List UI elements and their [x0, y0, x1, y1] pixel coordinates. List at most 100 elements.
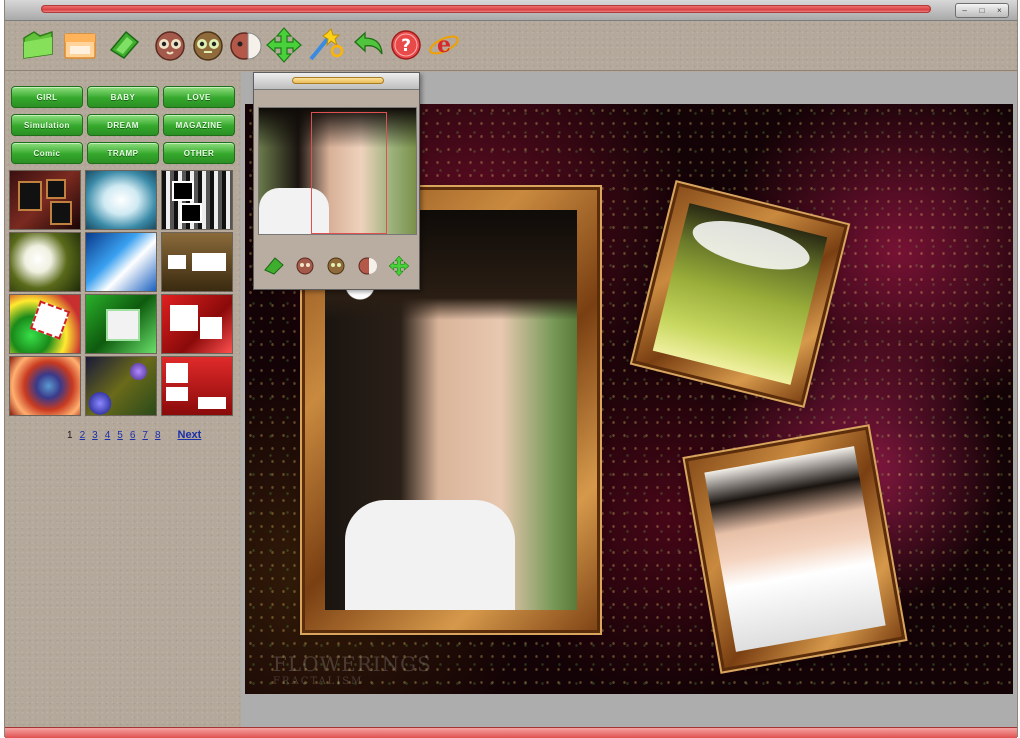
move-arrows-icon	[266, 27, 302, 63]
effects-button[interactable]	[307, 26, 345, 64]
category-baby-button[interactable]: BABY	[87, 86, 159, 108]
template-thumb[interactable]	[161, 356, 233, 416]
preview-toolbar	[258, 251, 415, 281]
page-link-2[interactable]: 2	[80, 430, 86, 441]
preview-move-button[interactable]	[387, 254, 411, 278]
open-file-button[interactable]	[105, 26, 143, 64]
thumb-frame	[192, 253, 226, 271]
template-thumb[interactable]	[161, 170, 233, 230]
thumb-frame	[170, 305, 198, 331]
close-button[interactable]: ×	[993, 6, 1005, 15]
folder-icon	[23, 30, 53, 59]
window-controls: – □ ×	[955, 3, 1009, 18]
thumb-frame	[168, 255, 186, 269]
category-magazine-button[interactable]: MAGAZINE	[163, 114, 235, 136]
minimize-button[interactable]: –	[959, 6, 971, 15]
preview-crop-box[interactable]	[311, 112, 387, 234]
half-face-icon	[230, 32, 262, 60]
preview-face-3-button[interactable]	[356, 254, 380, 278]
face-tool-3-button[interactable]	[227, 26, 265, 64]
template-thumb[interactable]	[9, 232, 81, 292]
face-tool-2-button[interactable]	[189, 26, 227, 64]
canvas-watermark: FLOWERINGS FRACTALISM	[273, 652, 432, 687]
svg-text:?: ?	[401, 36, 411, 56]
preview-title-bar[interactable]	[254, 73, 419, 90]
next-page-link[interactable]: Next	[178, 429, 202, 441]
svg-text:e: e	[437, 32, 451, 58]
thumb-frame	[46, 179, 66, 199]
category-girl-button[interactable]: GIRL	[11, 86, 83, 108]
template-thumb[interactable]	[161, 294, 233, 354]
title-bar-track	[41, 5, 931, 13]
thumb-frame	[50, 201, 72, 225]
template-thumb[interactable]	[9, 170, 81, 230]
template-thumb[interactable]	[85, 170, 157, 230]
template-thumb[interactable]	[85, 232, 157, 292]
bottom-right-photo-frame[interactable]	[688, 429, 902, 669]
page-link-7[interactable]: 7	[142, 430, 148, 441]
browser-e-icon: e	[429, 32, 459, 58]
template-thumb[interactable]	[9, 294, 81, 354]
green-file-icon	[109, 30, 140, 59]
page-link-3[interactable]: 3	[92, 430, 98, 441]
owl-face-icon	[193, 31, 223, 61]
page-link-1[interactable]: 1	[67, 430, 73, 441]
page-link-4[interactable]: 4	[105, 430, 111, 441]
thumb-frame	[166, 363, 188, 383]
top-right-photo	[652, 203, 828, 385]
page-link-5[interactable]: 5	[117, 430, 123, 441]
category-tramp-button[interactable]: TRAMP	[87, 142, 159, 164]
thumb-frame	[166, 387, 188, 401]
preview-title-track	[292, 77, 384, 84]
template-thumb[interactable]	[85, 356, 157, 416]
category-love-button[interactable]: LOVE	[163, 86, 235, 108]
page-link-6[interactable]: 6	[130, 430, 136, 441]
template-thumb[interactable]	[85, 294, 157, 354]
open-folder-button[interactable]	[19, 26, 57, 64]
help-icon: ?	[391, 30, 421, 60]
category-comic-button[interactable]: Comic	[11, 142, 83, 164]
thumb-frame	[18, 181, 42, 211]
preview-face-2-button[interactable]	[324, 254, 348, 278]
thumb-frame	[172, 181, 194, 201]
status-bar	[5, 727, 1017, 738]
thumb-frame	[198, 397, 226, 409]
category-dream-button[interactable]: DREAM	[87, 114, 159, 136]
owl-face-icon	[327, 257, 345, 275]
template-thumb[interactable]	[161, 232, 233, 292]
photo-shirt	[345, 500, 515, 610]
preview-image	[258, 107, 417, 235]
maximize-button[interactable]: □	[976, 6, 988, 15]
main-toolbar: ? e	[5, 20, 1017, 71]
thumb-frame	[200, 317, 222, 339]
owl-face-icon	[296, 257, 314, 275]
category-other-button[interactable]: OTHER	[163, 142, 235, 164]
preview-window[interactable]	[253, 72, 420, 290]
thumbnail-pager: 1 2 3 4 5 6 7 8 Next	[67, 427, 201, 443]
green-file-icon	[263, 257, 284, 275]
preview-open-button[interactable]	[262, 254, 286, 278]
preview-face-1-button[interactable]	[293, 254, 317, 278]
undo-button[interactable]	[349, 26, 387, 64]
save-button[interactable]	[61, 26, 99, 64]
category-simulation-button[interactable]: Simulation	[11, 114, 83, 136]
move-button[interactable]	[265, 26, 303, 64]
bottom-right-photo	[704, 446, 886, 652]
thumb-frame	[106, 309, 140, 341]
app-window: – □ × ? e GIRL BABY LOVE Simulation DREA…	[4, 0, 1018, 738]
template-panel: GIRL BABY LOVE Simulation DREAM MAGAZINE…	[5, 72, 243, 727]
photo-hat	[688, 211, 815, 280]
page-link-8[interactable]: 8	[155, 430, 161, 441]
save-box-icon	[64, 33, 96, 59]
thumb-frame	[29, 300, 71, 340]
title-bar[interactable]: – □ ×	[5, 0, 1017, 21]
template-thumb[interactable]	[9, 356, 81, 416]
web-button[interactable]: e	[425, 26, 463, 64]
magic-wand-icon	[309, 28, 344, 61]
move-arrows-icon	[388, 255, 410, 277]
face-tool-1-button[interactable]	[151, 26, 189, 64]
thumb-frame	[180, 203, 202, 223]
owl-face-icon	[155, 31, 185, 61]
undo-arrow-icon	[354, 31, 383, 55]
help-button[interactable]: ?	[387, 26, 425, 64]
